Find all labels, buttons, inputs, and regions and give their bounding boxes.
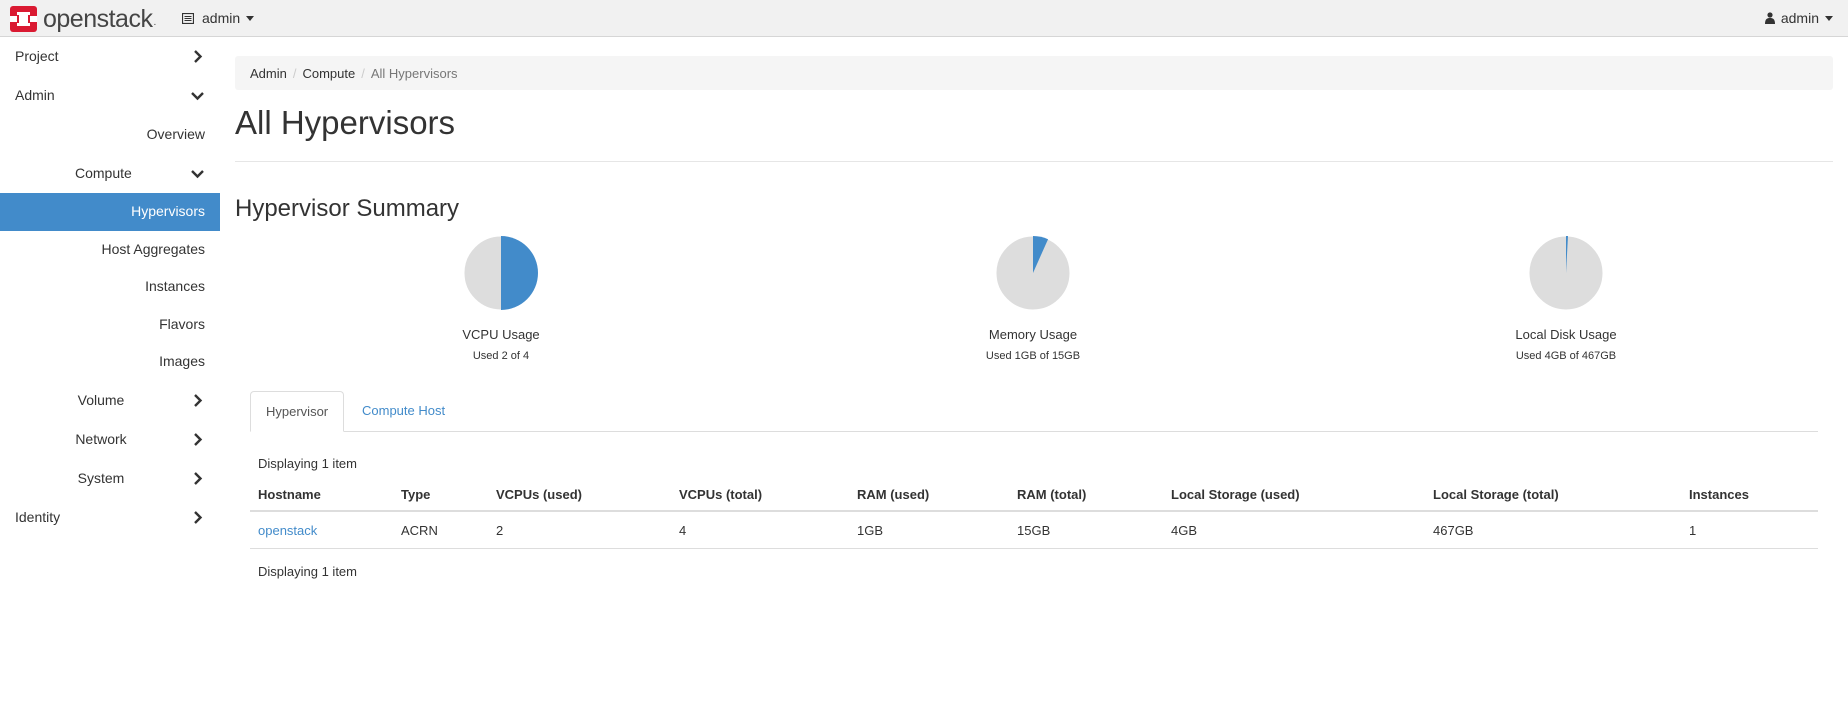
breadcrumb: Admin / Compute / All Hypervisors [235, 56, 1833, 90]
column-header-instances[interactable]: Instances [1681, 478, 1818, 512]
sidebar-item-label: Images [159, 353, 205, 369]
local-disk-usage-chart: Local Disk Usage Used 4GB of 467GB [1416, 235, 1716, 362]
pie-used-slice [501, 236, 538, 310]
sidebar-item-label: Hypervisors [131, 203, 205, 219]
pie-label: Local Disk Usage [1515, 327, 1617, 342]
chevron-right-icon [194, 510, 203, 524]
sidebar-item-hypervisors[interactable]: Hypervisors [0, 193, 220, 231]
brand-name: openstack [43, 5, 153, 33]
user-dropdown-label: admin [1780, 10, 1819, 26]
table-row: openstack ACRN 2 4 1GB 15GB 4GB 467GB 1 [250, 511, 1818, 549]
sidebar-item-label: Admin [15, 87, 55, 103]
sidebar-item-label: Overview [146, 126, 205, 142]
project-dropdown[interactable]: admin [182, 10, 255, 26]
table-header-row: Hostname Type VCPUs (used) VCPUs (total)… [250, 478, 1818, 512]
column-header-vcpus-total[interactable]: VCPUs (total) [671, 478, 849, 512]
tab-compute-host[interactable]: Compute Host [347, 391, 460, 432]
sidebar-item-compute[interactable]: Compute [0, 154, 220, 193]
sidebar-item-images[interactable]: Images [0, 343, 220, 381]
local-disk-usage-pie [1528, 235, 1604, 311]
chevron-down-icon [191, 170, 204, 179]
memory-usage-pie [995, 235, 1071, 311]
project-list-icon [182, 12, 194, 24]
item-count-bottom: Displaying 1 item [258, 564, 357, 579]
chevron-right-icon [194, 50, 203, 63]
openstack-logo[interactable]: openstack . [10, 6, 156, 32]
column-header-vcpus-used[interactable]: VCPUs (used) [488, 478, 671, 512]
caret-down-icon [246, 15, 255, 21]
breadcrumb-compute[interactable]: Compute [302, 66, 355, 81]
sidebar-item-volume[interactable]: Volume [0, 381, 220, 420]
breadcrumb-admin[interactable]: Admin [250, 66, 287, 81]
vcpu-usage-chart: VCPU Usage Used 2 of 4 [351, 235, 651, 362]
openstack-logo-icon [10, 6, 37, 32]
summary-title: Hypervisor Summary [235, 195, 460, 222]
hypervisors-table: Hostname Type VCPUs (used) VCPUs (total)… [250, 478, 1818, 549]
cell-instances: 1 [1681, 511, 1818, 549]
chevron-right-icon [194, 432, 203, 446]
column-header-ram-used[interactable]: RAM (used) [849, 478, 1009, 512]
sidebar-item-label: Network [75, 430, 127, 447]
sidebar: Project Admin Overview Compute Hyperviso… [0, 37, 220, 537]
vcpu-usage-pie [463, 235, 539, 311]
cell-local-storage-used: 4GB [1163, 511, 1425, 549]
title-divider [235, 161, 1833, 162]
cell-vcpus-used: 2 [488, 511, 671, 549]
sidebar-item-label: Host Aggregates [101, 240, 205, 257]
tab-hypervisor[interactable]: Hypervisor [250, 391, 345, 432]
pie-sub-label: Used 2 of 4 [472, 350, 530, 362]
cell-ram-used: 1GB [849, 511, 1009, 549]
column-header-type[interactable]: Type [393, 478, 488, 512]
cell-ram-total: 15GB [1009, 511, 1163, 549]
top-navbar: openstack . admin admin [0, 0, 1848, 37]
sidebar-item-label: Project [15, 48, 59, 64]
column-header-hostname[interactable]: Hostname [250, 478, 393, 512]
cell-type: ACRN [393, 511, 488, 549]
sidebar-item-host-aggregates[interactable]: Host Aggregates [0, 231, 220, 269]
memory-usage-chart: Memory Usage Used 1GB of 15GB [883, 235, 1183, 362]
cell-vcpus-total: 4 [671, 511, 849, 549]
page-title: All Hypervisors [235, 104, 456, 141]
tab-bar: Hypervisor Compute Host [250, 391, 1818, 432]
chevron-right-icon [194, 393, 203, 407]
sidebar-item-label: Compute [75, 165, 132, 181]
pie-sub-label: Used 4GB of 467GB [1515, 350, 1617, 362]
column-header-local-storage-used[interactable]: Local Storage (used) [1163, 478, 1425, 512]
chevron-right-icon [194, 471, 203, 485]
breadcrumb-separator: / [361, 65, 365, 81]
pie-sub-label: Used 1GB of 15GB [985, 350, 1081, 362]
sidebar-item-label: Flavors [159, 315, 205, 332]
pie-label: Memory Usage [988, 327, 1078, 342]
sidebar-item-network[interactable]: Network [0, 420, 220, 459]
cell-local-storage-total: 467GB [1425, 511, 1681, 549]
sidebar-item-overview[interactable]: Overview [0, 115, 220, 154]
brand-dot: . [153, 17, 157, 28]
hostname-link[interactable]: openstack [258, 523, 317, 538]
sidebar-item-flavors[interactable]: Flavors [0, 306, 220, 344]
cell-hostname: openstack [250, 511, 393, 549]
sidebar-item-instances[interactable]: Instances [0, 268, 220, 306]
sidebar-item-admin[interactable]: Admin [0, 76, 220, 115]
breadcrumb-current: All Hypervisors [370, 65, 458, 81]
user-icon [1764, 12, 1775, 24]
column-header-local-storage-total[interactable]: Local Storage (total) [1425, 478, 1681, 512]
sidebar-item-label: Instances [145, 278, 205, 294]
caret-down-icon [1825, 15, 1833, 21]
sidebar-item-label: System [77, 469, 125, 486]
column-header-ram-total[interactable]: RAM (total) [1009, 478, 1163, 512]
item-count-top: Displaying 1 item [258, 456, 357, 471]
user-dropdown[interactable]: admin [1764, 10, 1833, 26]
breadcrumb-separator: / [292, 65, 297, 81]
sidebar-item-project[interactable]: Project [0, 37, 220, 76]
sidebar-item-system[interactable]: System [0, 459, 220, 498]
pie-label: VCPU Usage [462, 327, 540, 342]
sidebar-item-identity[interactable]: Identity [0, 498, 220, 537]
chevron-down-icon [191, 92, 204, 101]
project-dropdown-label: admin [202, 10, 241, 26]
sidebar-item-label: Identity [15, 508, 61, 525]
sidebar-item-label: Volume [77, 391, 125, 408]
